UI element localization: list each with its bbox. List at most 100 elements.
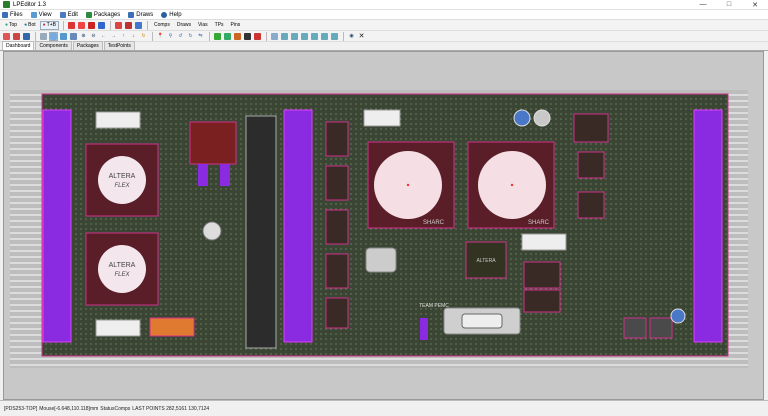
pins-toggle[interactable]: Pins bbox=[228, 21, 244, 30]
ic-right-5[interactable] bbox=[523, 289, 561, 313]
help-icon bbox=[161, 11, 168, 18]
align-button-5[interactable] bbox=[320, 32, 329, 41]
clear-button[interactable]: ✕ bbox=[357, 32, 366, 41]
arrow-left-icon: ← bbox=[101, 33, 106, 39]
filter-button-2[interactable] bbox=[77, 21, 86, 30]
measure-button[interactable] bbox=[69, 32, 78, 41]
status-mouse: Mouse[-6.648,110.118]mm bbox=[39, 405, 99, 412]
center-connector[interactable] bbox=[283, 109, 313, 343]
rotate-left-button[interactable]: ↺ bbox=[176, 32, 185, 41]
grid-button[interactable] bbox=[270, 32, 279, 41]
ic-right-6[interactable] bbox=[623, 317, 647, 339]
pad-tool-button[interactable] bbox=[223, 32, 232, 41]
refresh-button[interactable]: ↻ bbox=[139, 32, 148, 41]
wire-tool-button[interactable] bbox=[233, 32, 242, 41]
ic-right-4[interactable] bbox=[523, 261, 561, 289]
memory-chip-5[interactable] bbox=[325, 297, 349, 329]
relay[interactable] bbox=[149, 317, 195, 337]
zoom-area-button[interactable] bbox=[59, 32, 68, 41]
menu-view[interactable]: View bbox=[30, 11, 52, 18]
menu-draws[interactable]: Draws bbox=[128, 11, 153, 18]
zoom-in-button[interactable]: ⊕ bbox=[79, 32, 88, 41]
memory-chip-3[interactable] bbox=[325, 209, 349, 245]
top-bottom-layer-button[interactable]: ● T+B bbox=[39, 20, 59, 30]
memory-chip-4[interactable] bbox=[325, 253, 349, 289]
draws-toggle[interactable]: Draws bbox=[174, 21, 194, 30]
zoom-out-button[interactable]: ⊖ bbox=[89, 32, 98, 41]
save-button[interactable] bbox=[22, 32, 31, 41]
capacitor-1[interactable] bbox=[513, 109, 531, 127]
tp-tool-button[interactable] bbox=[243, 32, 252, 41]
pan-right-button[interactable]: → bbox=[109, 32, 118, 41]
crystal-oscillator[interactable] bbox=[365, 247, 397, 273]
minimize-button[interactable]: — bbox=[690, 0, 716, 10]
pan-up-button[interactable]: ↑ bbox=[119, 32, 128, 41]
select-button[interactable] bbox=[39, 32, 48, 41]
led-display[interactable] bbox=[189, 121, 237, 165]
header-top-left[interactable] bbox=[95, 111, 141, 129]
header-right[interactable] bbox=[521, 233, 567, 251]
new-button[interactable] bbox=[2, 32, 11, 41]
menu-help[interactable]: Help bbox=[161, 11, 182, 18]
ic-right-7[interactable] bbox=[649, 317, 673, 339]
menu-files[interactable]: Files bbox=[2, 11, 23, 18]
filter-button-4[interactable] bbox=[97, 21, 106, 30]
highlight-pad-3[interactable] bbox=[420, 318, 428, 340]
pan-down-button[interactable]: ↓ bbox=[129, 32, 138, 41]
tab-dashboard[interactable]: Dashboard bbox=[2, 41, 35, 50]
comp-tool-button[interactable] bbox=[213, 32, 222, 41]
tps-toggle[interactable]: TPs bbox=[212, 21, 227, 30]
filter-button-5[interactable] bbox=[114, 21, 123, 30]
close-button[interactable]: ✕ bbox=[742, 0, 768, 10]
memory-chip-1[interactable] bbox=[325, 121, 349, 157]
capacitor-2[interactable] bbox=[533, 109, 551, 127]
align-button-4[interactable] bbox=[310, 32, 319, 41]
left-connector[interactable] bbox=[42, 109, 72, 343]
tab-testpoints[interactable]: TestPoints bbox=[103, 41, 135, 50]
tab-components[interactable]: Components bbox=[35, 41, 72, 50]
pan-left-button[interactable]: ← bbox=[99, 32, 108, 41]
capacitor-3[interactable] bbox=[670, 308, 686, 324]
bottom-layer-button[interactable]: ● Bot bbox=[21, 21, 39, 30]
maximize-button[interactable]: □ bbox=[716, 0, 742, 10]
locate-button[interactable]: 📍 bbox=[156, 32, 165, 41]
board-canvas[interactable]: ALTERA FLEX ALTERA FLEX SHARC SHARC ALTE… bbox=[3, 51, 764, 400]
locate2-button[interactable]: ⚲ bbox=[166, 32, 175, 41]
toolbar-separator bbox=[266, 31, 267, 41]
memory-chip-2[interactable] bbox=[325, 165, 349, 201]
filter-button-7[interactable] bbox=[134, 21, 143, 30]
mirror-button[interactable]: ⇋ bbox=[196, 32, 205, 41]
menu-edit[interactable]: Edit bbox=[59, 11, 78, 18]
align-bottom-icon bbox=[311, 32, 318, 40]
ic-right-3[interactable] bbox=[577, 191, 605, 219]
menu-packages[interactable]: Packages bbox=[85, 11, 120, 18]
ic-right-2[interactable] bbox=[577, 151, 605, 179]
battery[interactable] bbox=[202, 221, 222, 241]
header-bottom-left[interactable] bbox=[95, 319, 141, 337]
pcb-view[interactable]: ALTERA FLEX ALTERA FLEX SHARC SHARC ALTE… bbox=[4, 52, 764, 400]
comps-toggle[interactable]: Comps bbox=[151, 21, 173, 30]
vias-toggle[interactable]: Vias bbox=[195, 21, 211, 30]
align-button-2[interactable] bbox=[290, 32, 299, 41]
highlight-pad-2[interactable] bbox=[220, 164, 230, 186]
tab-packages[interactable]: Packages bbox=[72, 41, 103, 50]
align-button-3[interactable] bbox=[300, 32, 309, 41]
ic-right-1[interactable] bbox=[573, 113, 609, 143]
fit-button[interactable] bbox=[49, 31, 58, 41]
filter-red4-icon bbox=[114, 21, 122, 29]
align-button-1[interactable] bbox=[280, 32, 289, 41]
layer-toolbar: ● Top ● Bot ● T+B Comps Draws Vias TPs Pins bbox=[0, 20, 768, 31]
top-layer-button[interactable]: ● Top bbox=[2, 21, 20, 30]
rotate-right-button[interactable]: ↻ bbox=[186, 32, 195, 41]
header-top-center[interactable] bbox=[363, 109, 401, 127]
visibility-button[interactable]: ◉ bbox=[347, 32, 356, 41]
filter-button-1[interactable] bbox=[67, 21, 76, 30]
align-button-6[interactable] bbox=[330, 32, 339, 41]
part-tool-button[interactable] bbox=[253, 32, 262, 41]
filter-button-6[interactable] bbox=[124, 21, 133, 30]
filter-button-3[interactable] bbox=[87, 21, 96, 30]
open-button[interactable] bbox=[12, 32, 21, 41]
highlight-pad-1[interactable] bbox=[198, 164, 208, 186]
dip-socket[interactable] bbox=[245, 115, 277, 349]
right-connector[interactable] bbox=[693, 109, 723, 343]
